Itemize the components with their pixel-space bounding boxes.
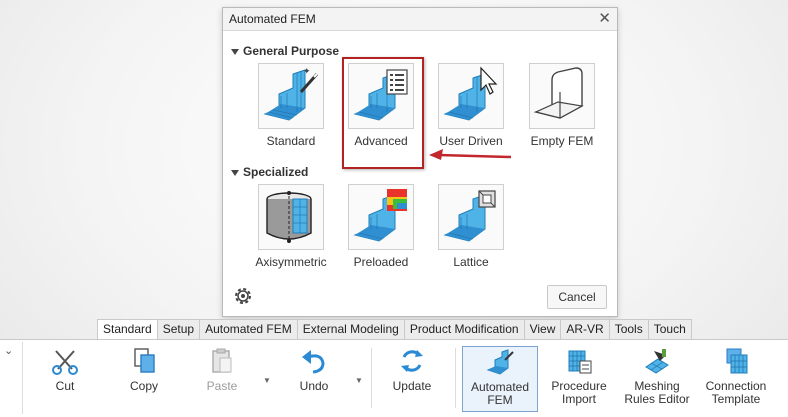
- undo-dropdown-icon[interactable]: ▼: [355, 376, 363, 385]
- automated-fem-dialog: Automated FEM ✕ General Purpose ✦ Standa…: [222, 7, 618, 317]
- preloaded-mesh-icon: [348, 184, 414, 250]
- tab-touch[interactable]: Touch: [647, 319, 692, 339]
- connection-template-label: Connection Template: [705, 379, 767, 406]
- meshing-rules-editor-button[interactable]: Meshing Rules Editor: [620, 346, 694, 410]
- paste-button[interactable]: Paste: [185, 346, 259, 410]
- dialog-title: Automated FEM: [229, 12, 316, 26]
- cut-button[interactable]: Cut: [28, 346, 102, 410]
- tab-external-modeling[interactable]: External Modeling: [296, 319, 405, 339]
- tab-tools[interactable]: Tools: [608, 319, 649, 339]
- svg-text:✦: ✦: [303, 67, 311, 77]
- undo-icon: [277, 346, 351, 376]
- ribbon-panel: ⌄ Cut Copy Paste ▼ Undo ▼ Update Automat…: [0, 339, 788, 417]
- tab-automated-fem[interactable]: Automated FEM: [199, 319, 298, 339]
- axisymmetric-icon: [258, 184, 324, 250]
- ribbon-left-divider: [22, 342, 23, 414]
- automated-fem-label: Automated FEM: [470, 380, 530, 407]
- tile-label: User Driven: [439, 134, 503, 148]
- close-icon[interactable]: ✕: [598, 9, 611, 27]
- tile-empty-fem[interactable]: Empty FEM: [522, 63, 602, 148]
- paste-icon: [185, 346, 259, 376]
- selection-highlight-box: [342, 57, 424, 169]
- section-general-purpose[interactable]: General Purpose: [231, 44, 339, 58]
- lattice-mesh-icon: [438, 184, 504, 250]
- section-specialized[interactable]: Specialized: [231, 165, 308, 179]
- meshing-rules-icon: [620, 346, 694, 376]
- undo-button[interactable]: Undo: [277, 346, 351, 410]
- section-specialized-label: Specialized: [243, 165, 309, 179]
- tile-label: Standard: [266, 134, 316, 148]
- paste-dropdown-icon[interactable]: ▼: [263, 376, 271, 385]
- automated-fem-button[interactable]: Automated FEM: [462, 346, 538, 412]
- paste-label: Paste: [206, 379, 238, 393]
- cut-label: Cut: [55, 379, 75, 393]
- update-button[interactable]: Update: [375, 346, 449, 410]
- chevron-down-icon[interactable]: ⌄: [4, 344, 13, 357]
- copy-icon: [107, 346, 181, 376]
- scissors-icon: [28, 346, 102, 376]
- tile-label: Lattice: [453, 255, 489, 269]
- connection-template-icon: [699, 346, 773, 376]
- collapse-triangle-icon: [231, 169, 239, 176]
- ribbon-separator: [371, 348, 372, 408]
- dialog-title-bar: Automated FEM ✕: [223, 8, 617, 31]
- procedure-import-icon: [542, 346, 616, 376]
- procedure-import-button[interactable]: Procedure Import: [542, 346, 616, 410]
- tile-axisymmetric[interactable]: Axisymmetric: [251, 184, 331, 269]
- automated-fem-icon: [463, 347, 537, 377]
- tab-product-modification[interactable]: Product Modification: [403, 319, 525, 339]
- tile-lattice[interactable]: Lattice: [431, 184, 511, 269]
- empty-part-icon: [529, 63, 595, 129]
- tile-label: Preloaded: [353, 255, 409, 269]
- section-general-label: General Purpose: [243, 44, 340, 58]
- ribbon-tab-bar: Standard Setup Automated FEM External Mo…: [97, 319, 692, 340]
- copy-label: Copy: [129, 379, 158, 393]
- tile-label: Axisymmetric: [255, 255, 327, 269]
- magic-wand-mesh-icon: ✦: [258, 63, 324, 129]
- collapse-triangle-icon: [231, 48, 239, 55]
- tile-preloaded[interactable]: Preloaded: [341, 184, 421, 269]
- tile-user-driven[interactable]: User Driven: [431, 63, 511, 148]
- tab-ar-vr[interactable]: AR-VR: [560, 319, 610, 339]
- tab-setup[interactable]: Setup: [156, 319, 201, 339]
- ribbon-separator: [455, 348, 456, 408]
- red-arrow-annotation: [429, 149, 512, 160]
- cursor-mesh-icon: [438, 63, 504, 129]
- procedure-import-label: Procedure Import: [551, 379, 607, 406]
- copy-button[interactable]: Copy: [107, 346, 181, 410]
- cancel-button[interactable]: Cancel: [547, 285, 607, 309]
- undo-label: Undo: [299, 379, 329, 393]
- tab-standard[interactable]: Standard: [97, 319, 158, 340]
- update-icon: [375, 346, 449, 376]
- settings-gear-icon[interactable]: [231, 284, 255, 308]
- meshing-rules-label: Meshing Rules Editor: [624, 379, 690, 406]
- tile-standard[interactable]: ✦ Standard: [251, 63, 331, 148]
- update-label: Update: [392, 379, 432, 393]
- tile-label: Empty FEM: [530, 134, 594, 148]
- tab-view[interactable]: View: [523, 319, 562, 339]
- connection-template-button[interactable]: Connection Template: [699, 346, 773, 410]
